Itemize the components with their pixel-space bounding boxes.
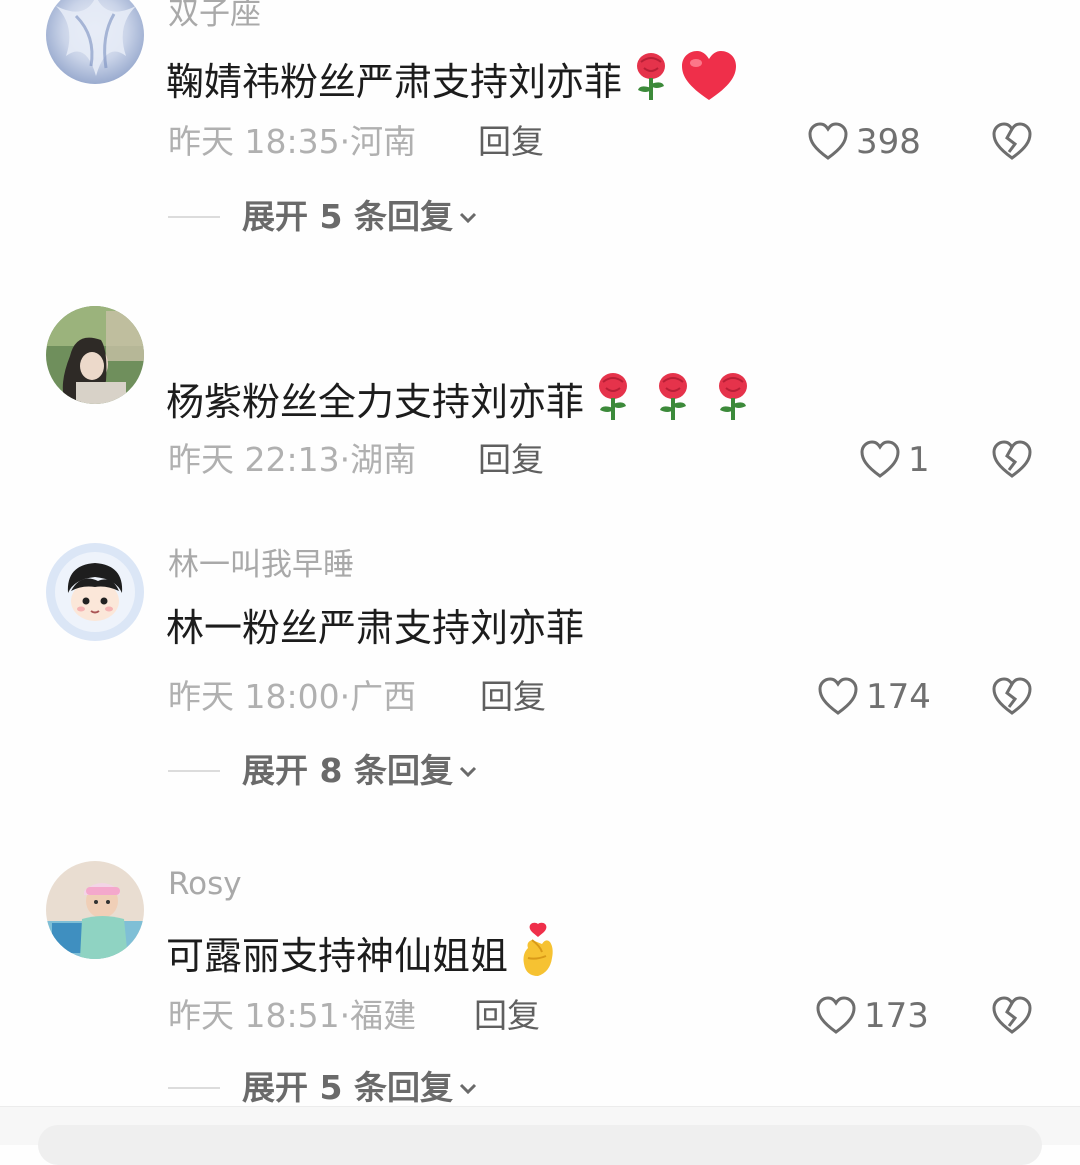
comment-meta: 昨天 18:00·广西 xyxy=(168,677,417,716)
red-heart-icon xyxy=(680,50,738,113)
broken-heart-icon xyxy=(992,440,1032,478)
avatar[interactable] xyxy=(46,0,144,84)
divider-line xyxy=(168,770,220,772)
heart-outline-icon xyxy=(816,996,856,1034)
expand-replies-label: 展开 5 条回复 xyxy=(242,1068,453,1107)
reply-button[interactable]: 回复 xyxy=(474,994,540,1038)
comment-time: 昨天 18:00 xyxy=(168,677,340,716)
like-count: 1 xyxy=(908,440,930,480)
comment-meta: 昨天 18:51·福建 xyxy=(168,996,417,1035)
comment-time: 昨天 22:13 xyxy=(168,440,340,479)
comment-username[interactable]: Rosy xyxy=(168,864,242,904)
like-button[interactable]: 398 xyxy=(806,120,921,164)
like-count: 174 xyxy=(866,677,931,717)
dislike-button[interactable] xyxy=(990,438,1034,482)
rose-icon xyxy=(632,50,670,113)
like-count: 173 xyxy=(864,996,929,1036)
comment-location: 河南 xyxy=(350,122,417,161)
comment-content: 鞠婧祎粉丝严肃支持刘亦菲 xyxy=(166,59,623,104)
comment-username[interactable]: 双子座 xyxy=(168,0,261,34)
expand-replies-button[interactable]: 展开 8 条回复 xyxy=(168,749,479,793)
like-count: 398 xyxy=(856,122,921,162)
comment-time: 昨天 18:51 xyxy=(168,996,340,1035)
avatar[interactable] xyxy=(46,861,144,959)
like-button[interactable]: 1 xyxy=(858,438,930,482)
comment-text: 杨紫粉丝全力支持刘亦菲 xyxy=(166,370,752,433)
comment-content: 杨紫粉丝全力支持刘亦菲 xyxy=(166,379,585,424)
chevron-down-icon xyxy=(459,212,477,224)
comment-location: 广西 xyxy=(350,677,417,716)
comment-text: 鞠婧祎粉丝严肃支持刘亦菲 xyxy=(166,50,738,113)
chevron-down-icon xyxy=(459,766,477,778)
expand-replies-label: 展开 5 条回复 xyxy=(242,197,453,236)
heart-outline-icon xyxy=(860,440,900,478)
comment-location: 福建 xyxy=(350,996,417,1035)
comment-input-field[interactable] xyxy=(38,1125,1042,1165)
rose-icon xyxy=(594,370,632,433)
dislike-button[interactable] xyxy=(990,675,1034,719)
expand-replies-button[interactable]: 展开 5 条回复 xyxy=(168,195,479,239)
expand-replies-button[interactable]: 展开 5 条回复 xyxy=(168,1066,479,1110)
heart-outline-icon xyxy=(808,122,848,160)
reply-button[interactable]: 回复 xyxy=(478,438,544,482)
comment-content: 林一粉丝严肃支持刘亦菲 xyxy=(166,606,585,650)
broken-heart-icon xyxy=(992,677,1032,715)
dislike-button[interactable] xyxy=(990,994,1034,1038)
chevron-down-icon xyxy=(459,1083,477,1095)
divider-line xyxy=(168,1087,220,1089)
finger-heart-icon xyxy=(518,922,560,989)
reply-button[interactable]: 回复 xyxy=(478,120,544,164)
rose-icon xyxy=(654,370,692,433)
comment-meta: 昨天 18:35·河南 xyxy=(168,122,417,161)
comment-username[interactable]: 林一叫我早睡 xyxy=(168,545,354,585)
like-button[interactable]: 173 xyxy=(814,994,929,1038)
like-button[interactable]: 174 xyxy=(816,675,931,719)
comment-input-bar xyxy=(0,1106,1080,1165)
avatar[interactable] xyxy=(46,306,144,404)
broken-heart-icon xyxy=(992,122,1032,160)
expand-replies-label: 展开 8 条回复 xyxy=(242,751,453,790)
broken-heart-icon xyxy=(992,996,1032,1034)
rose-icon xyxy=(714,370,752,433)
dislike-button[interactable] xyxy=(990,120,1034,164)
heart-outline-icon xyxy=(818,677,858,715)
comment-text: 林一粉丝严肃支持刘亦菲 xyxy=(166,604,584,652)
divider-line xyxy=(168,216,220,218)
comment-location: 湖南 xyxy=(350,440,417,479)
comment-meta: 昨天 22:13·湖南 xyxy=(168,440,417,479)
reply-button[interactable]: 回复 xyxy=(480,675,546,719)
avatar[interactable] xyxy=(46,543,144,641)
comment-time: 昨天 18:35 xyxy=(168,122,340,161)
comment-content: 可露丽支持神仙姐姐 xyxy=(166,933,509,978)
comment-text: 可露丽支持神仙姐姐 xyxy=(166,922,560,989)
